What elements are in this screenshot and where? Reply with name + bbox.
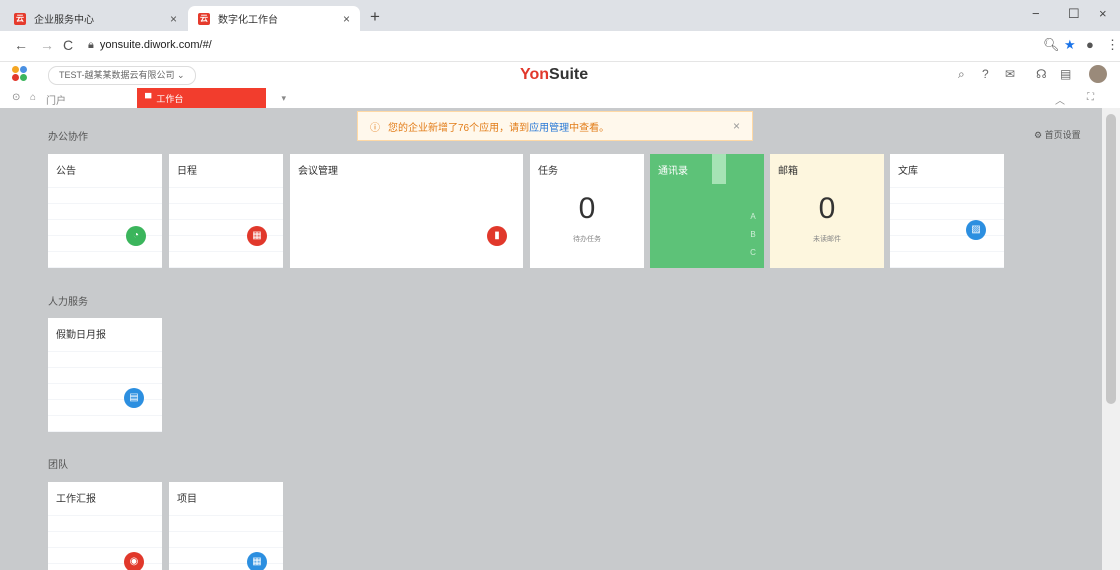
chevron-down-icon: ⌄	[177, 70, 185, 80]
lock-icon: 🔒︎	[88, 39, 94, 51]
portal-tab[interactable]: 门户	[46, 92, 66, 107]
app-management-link[interactable]: 应用管理	[529, 119, 569, 134]
headset-icon[interactable]: ☊	[1036, 67, 1047, 81]
favicon-icon: 云	[14, 12, 26, 25]
address-bar: ← → C 🔒︎ yonsuite.diwork.com/#/ 🔍︎ ★ ● ⋮	[0, 31, 1120, 62]
pending-task-label: 待办任务	[573, 236, 601, 243]
maximize-button[interactable]: ☐	[1068, 6, 1080, 22]
url-text: yonsuite.diwork.com/#/	[99, 39, 212, 51]
alphabet-index: A B C	[750, 212, 756, 257]
app-card-library[interactable]: 文库 ▨	[890, 154, 1004, 268]
tab-close-icon[interactable]: ×	[170, 12, 177, 26]
favicon-icon: 云	[198, 12, 210, 25]
app-card-announcement[interactable]: 公告 ◔	[48, 154, 162, 268]
profile-icon[interactable]: ●	[1086, 37, 1094, 52]
close-window-button[interactable]: ×	[1099, 6, 1107, 21]
calendar-icon[interactable]: ▤	[1060, 67, 1071, 81]
minimize-button[interactable]: −	[1032, 6, 1040, 21]
schedule-icon: ▦	[247, 226, 267, 246]
card-title: 通讯录	[658, 166, 688, 177]
project-icon: ▦	[247, 552, 267, 570]
vertical-scrollbar[interactable]	[1102, 108, 1120, 570]
meeting-icon: ▮	[487, 226, 507, 246]
card-title: 任务	[538, 166, 558, 177]
yonsuite-logo: YonSuite	[520, 66, 589, 83]
bookmark-ribbon-icon	[712, 154, 726, 184]
app-card-schedule[interactable]: 日程 ▦	[169, 154, 283, 268]
tenant-selector[interactable]: TEST-越某某数据云有限公司 ⌄	[48, 66, 196, 85]
app-card-project[interactable]: 项目 ▦	[169, 482, 283, 570]
announcement-icon: ◔	[126, 226, 146, 246]
unread-mail-label: 未读邮件	[813, 236, 841, 243]
forward-button[interactable]: →	[40, 37, 54, 53]
workbench-content: ⓘ 您的企业新增了76个应用，请到 应用管理 中查看。 × ⚙ 首页设置 办公协作 …	[0, 108, 1102, 570]
url-field[interactable]: 🔒︎ yonsuite.diwork.com/#/	[88, 39, 212, 52]
close-icon[interactable]: ×	[733, 119, 740, 133]
library-icon: ▨	[966, 220, 986, 240]
app-card-mailbox[interactable]: 邮箱 0 未读邮件	[770, 154, 884, 268]
back-button[interactable]: ←	[14, 37, 28, 53]
reload-button[interactable]: C	[63, 37, 73, 53]
chevron-down-icon[interactable]: ▾	[281, 93, 286, 104]
browser-tab-worktable[interactable]: 云 数字化工作台 ×	[188, 6, 360, 31]
location-pin-icon[interactable]: ⊙	[12, 92, 20, 103]
card-title: 项目	[177, 494, 197, 505]
worktable-icon: ▀	[145, 93, 152, 103]
home-icon[interactable]: ⌂	[30, 92, 36, 103]
sub-nav: ⊙ ⌂ 门户 ▀ 工作台 ▾ ︿ ⛶	[0, 88, 1120, 109]
zoom-icon[interactable]: 🔍︎	[1043, 37, 1060, 53]
gear-icon: ⚙	[1034, 130, 1043, 140]
worktable-label: 工作台	[156, 93, 184, 104]
pending-task-count: 0	[578, 192, 596, 225]
fullscreen-icon[interactable]: ⛶	[1087, 92, 1094, 103]
page-settings-button[interactable]: ⚙ 首页设置	[1034, 128, 1081, 141]
tenant-name: TEST-越某某数据云有限公司	[59, 70, 175, 80]
card-title: 邮箱	[778, 166, 798, 177]
collapse-icon[interactable]: ︿	[1055, 92, 1065, 107]
browser-tab-service-center[interactable]: 云 企业服务中心 ×	[4, 6, 187, 31]
info-icon: ⓘ	[370, 122, 380, 134]
scrollbar-thumb[interactable]	[1106, 114, 1116, 404]
section-title: 办公协作	[48, 132, 88, 143]
app-launcher-icon[interactable]	[12, 66, 28, 82]
bookmark-star-icon[interactable]: ★	[1064, 37, 1076, 53]
unread-mail-count: 0	[818, 192, 836, 225]
user-avatar[interactable]	[1089, 65, 1107, 83]
tab-close-icon[interactable]: ×	[343, 12, 350, 26]
section-title: 人力服务	[48, 297, 88, 308]
card-illustration	[890, 182, 1004, 268]
card-illustration	[169, 182, 283, 268]
help-icon[interactable]: ?	[982, 67, 989, 81]
notice-banner: ⓘ 您的企业新增了76个应用，请到 应用管理 中查看。 ×	[357, 111, 753, 141]
card-illustration	[48, 510, 162, 570]
tab-worktable[interactable]: ▀ 工作台 ▾	[137, 88, 286, 108]
message-icon[interactable]: ✉	[1005, 67, 1015, 81]
app-card-attendance-report[interactable]: 假勤日月报 ▤	[48, 318, 162, 432]
card-illustration	[48, 346, 162, 432]
app-card-work-report[interactable]: 工作汇报 ◉	[48, 482, 162, 570]
card-title: 日程	[177, 166, 197, 177]
card-title: 假勤日月报	[56, 330, 106, 341]
app-card-task[interactable]: 任务 0 待办任务	[530, 154, 644, 268]
card-title: 公告	[56, 166, 76, 177]
work-report-icon: ◉	[124, 552, 144, 570]
card-illustration	[48, 182, 162, 268]
section-title: 团队	[48, 460, 68, 471]
card-title: 文库	[898, 166, 918, 177]
card-title: 会议管理	[298, 166, 338, 177]
tab-title: 企业服务中心	[34, 15, 94, 26]
app-card-contacts[interactable]: 通讯录 A B C	[650, 154, 764, 268]
app-card-meeting[interactable]: 会议管理 ▮	[290, 154, 523, 268]
card-title: 工作汇报	[56, 494, 96, 505]
browser-tab-strip: 云 企业服务中心 × 云 数字化工作台 × + − ☐ ×	[0, 0, 1120, 31]
app-header: TEST-越某某数据云有限公司 ⌄ YonSuite ⌕ ? ✉ ☊ ▤	[0, 62, 1120, 89]
attendance-icon: ▤	[124, 388, 144, 408]
search-icon[interactable]: ⌕	[958, 67, 965, 82]
new-tab-button[interactable]: +	[370, 7, 380, 27]
tab-title: 数字化工作台	[218, 15, 278, 26]
browser-menu-icon[interactable]: ⋮	[1106, 37, 1119, 53]
